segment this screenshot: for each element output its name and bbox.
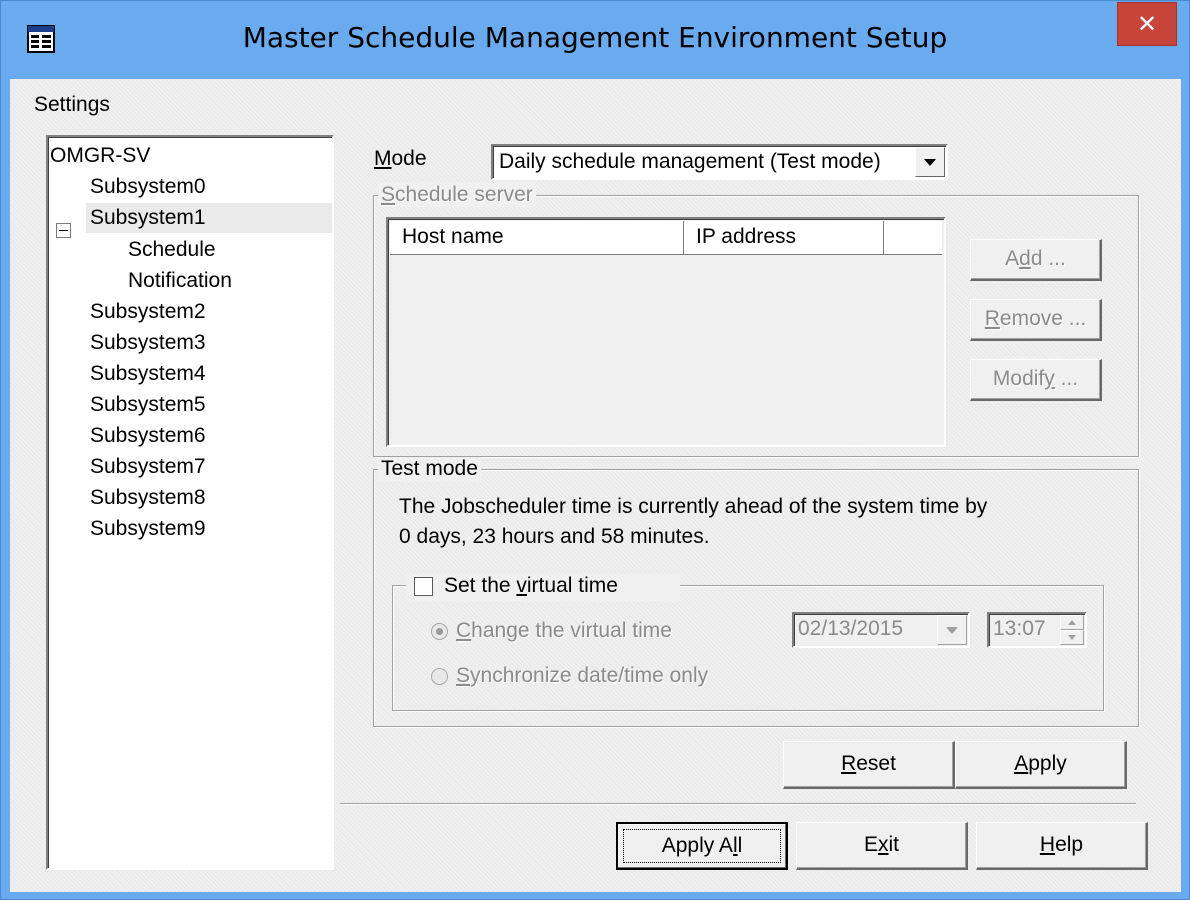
apply-button[interactable]: Apply bbox=[955, 741, 1127, 789]
close-icon: ✕ bbox=[1136, 10, 1158, 38]
window-title: Master Schedule Management Environment S… bbox=[242, 21, 948, 54]
chevron-down-icon bbox=[924, 159, 936, 166]
spin-down-button[interactable] bbox=[1060, 630, 1084, 645]
tree-item-root[interactable]: OMGR-SV bbox=[50, 141, 150, 171]
virtual-date-picker[interactable]: 02/13/2015 bbox=[792, 612, 970, 648]
tree-item-subsystem3[interactable]: Subsystem3 bbox=[90, 328, 206, 358]
tree-item-subsystem7[interactable]: Subsystem7 bbox=[90, 452, 206, 482]
dialog-window: Master Schedule Management Environment S… bbox=[0, 0, 1190, 900]
reset-button[interactable]: Reset bbox=[783, 741, 955, 789]
schedule-server-legend: Schedule server bbox=[378, 183, 536, 207]
change-virtual-time-label[interactable]: Change the virtual time bbox=[456, 619, 672, 643]
add-button[interactable]: Add ... bbox=[970, 239, 1102, 281]
help-button[interactable]: Help bbox=[976, 822, 1148, 870]
tree-item-subsystem9[interactable]: Subsystem9 bbox=[90, 514, 206, 544]
virtual-date-value: 02/13/2015 bbox=[798, 617, 904, 640]
dialog-client-area: Settings OMGR-SV Subsystem0 Subsystem1 S… bbox=[10, 79, 1181, 892]
mode-select[interactable]: Daily schedule management (Test mode) bbox=[491, 144, 948, 180]
virtual-time-spinner[interactable]: 13:07 bbox=[987, 612, 1087, 648]
schedule-server-legend-accel: S bbox=[381, 183, 396, 206]
virtual-time-value: 13:07 bbox=[993, 617, 1046, 640]
tree-item-subsystem2[interactable]: Subsystem2 bbox=[90, 297, 206, 327]
synchronize-datetime-label[interactable]: Synchronize date/time only bbox=[456, 664, 708, 688]
modify-button[interactable]: Modify ... bbox=[970, 359, 1102, 401]
tree-item-subsystem8[interactable]: Subsystem8 bbox=[90, 483, 206, 513]
remove-button[interactable]: Remove ... bbox=[970, 299, 1102, 341]
chevron-down-icon bbox=[946, 627, 958, 634]
change-virtual-time-radio[interactable] bbox=[431, 623, 448, 640]
apply-all-button[interactable]: Apply All bbox=[616, 822, 788, 870]
mode-select-value: Daily schedule management (Test mode) bbox=[499, 150, 881, 173]
arrow-up-icon bbox=[1068, 620, 1076, 625]
exit-button[interactable]: Exit bbox=[796, 822, 968, 870]
title-bar[interactable]: Master Schedule Management Environment S… bbox=[1, 1, 1189, 79]
mode-label-accel: M bbox=[374, 147, 392, 170]
set-virtual-time-label[interactable]: Set the virtual time bbox=[444, 574, 618, 598]
test-mode-message-line2: 0 days, 23 hours and 58 minutes. bbox=[399, 525, 710, 548]
set-virtual-time-checkbox[interactable] bbox=[414, 577, 433, 596]
collapse-icon[interactable] bbox=[56, 223, 71, 238]
column-host-name[interactable]: Host name bbox=[390, 221, 684, 254]
tree-item-subsystem1[interactable]: Subsystem1 bbox=[86, 203, 332, 233]
focus-rectangle bbox=[623, 829, 781, 863]
mode-label-rest: ode bbox=[391, 147, 427, 170]
spin-up-button[interactable] bbox=[1060, 615, 1084, 630]
test-mode-legend: Test mode bbox=[378, 457, 481, 481]
tree-item-subsystem5[interactable]: Subsystem5 bbox=[90, 390, 206, 420]
settings-label: Settings bbox=[34, 93, 110, 116]
synchronize-datetime-radio[interactable] bbox=[431, 668, 448, 685]
bottom-separator bbox=[340, 803, 1136, 805]
tree-item-schedule[interactable]: Schedule bbox=[128, 235, 216, 265]
column-ip-address[interactable]: IP address bbox=[684, 221, 884, 254]
mode-label: Mode bbox=[374, 147, 427, 171]
schedule-server-list[interactable]: Host name IP address bbox=[386, 217, 946, 447]
tree-item-notification[interactable]: Notification bbox=[128, 266, 232, 296]
test-mode-message-line1: The Jobscheduler time is currently ahead… bbox=[399, 495, 988, 518]
settings-tree[interactable]: OMGR-SV Subsystem0 Subsystem1 Schedule N… bbox=[46, 135, 334, 870]
mode-dropdown-button[interactable] bbox=[915, 147, 945, 177]
list-header: Host name IP address bbox=[390, 221, 942, 255]
arrow-down-icon bbox=[1068, 635, 1076, 640]
tree-item-subsystem6[interactable]: Subsystem6 bbox=[90, 421, 206, 451]
date-dropdown-button[interactable] bbox=[937, 615, 967, 645]
virtual-time-group bbox=[392, 585, 1104, 711]
schedule-server-legend-rest: chedule server bbox=[395, 183, 533, 206]
close-button[interactable]: ✕ bbox=[1117, 2, 1177, 46]
tree-item-subsystem0[interactable]: Subsystem0 bbox=[90, 172, 206, 202]
tree-item-subsystem4[interactable]: Subsystem4 bbox=[90, 359, 206, 389]
